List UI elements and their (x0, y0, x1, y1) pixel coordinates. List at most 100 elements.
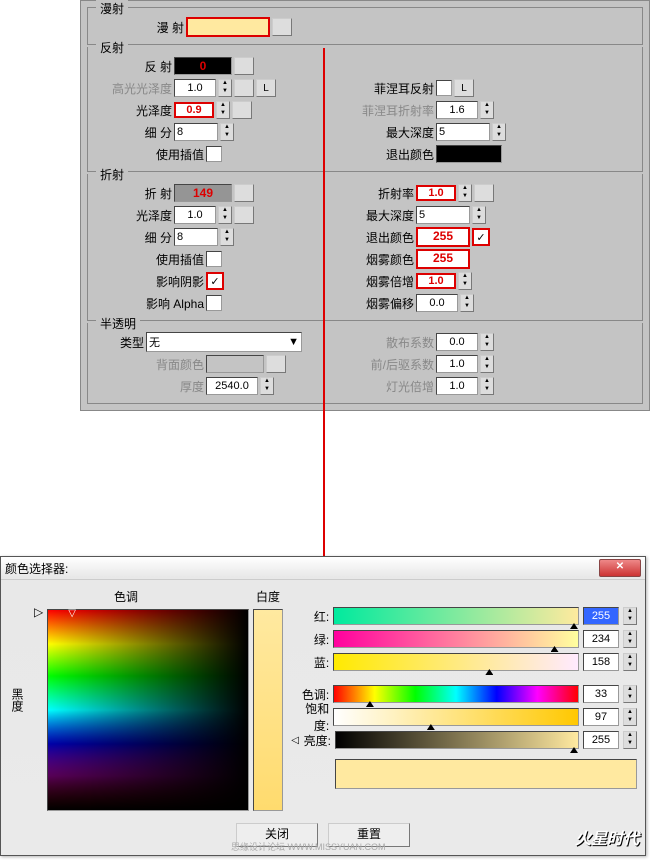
thickness-input[interactable] (206, 377, 258, 395)
whiteness-label: 白度 (256, 588, 280, 605)
type-select[interactable]: 无▼ (146, 332, 302, 352)
spinner[interactable]: ▲▼ (218, 206, 232, 224)
refr-maxdepth-input[interactable] (416, 206, 470, 224)
sat-value[interactable]: 97 (583, 708, 619, 726)
subdiv-input[interactable] (174, 123, 218, 141)
spinner[interactable]: ▲▼ (623, 630, 637, 648)
ior-map-button[interactable] (474, 184, 494, 202)
maxdepth-input[interactable] (436, 123, 490, 141)
refr-interp-checkbox[interactable] (206, 251, 222, 267)
green-slider[interactable] (333, 630, 579, 648)
fresnel-lock-button[interactable]: L (454, 79, 474, 97)
hue-slider[interactable] (333, 685, 579, 703)
lightmult-input[interactable] (436, 377, 478, 395)
spinner[interactable]: ▲▼ (623, 708, 637, 726)
diffuse-swatch[interactable] (186, 17, 270, 37)
spinner[interactable]: ▲▼ (623, 685, 637, 703)
translucency-title: 半透明 (96, 315, 140, 332)
translucency-group: 半透明 类型 无▼ 背面颜色 厚度 ▲▼ (87, 323, 643, 404)
refr-subdiv-input[interactable] (174, 228, 218, 246)
refr-exitcolor-swatch[interactable]: 255 (416, 227, 470, 247)
refraction-title: 折射 (96, 166, 128, 183)
blackness-label: 黑度 (9, 588, 26, 811)
spinner[interactable]: ▲▼ (480, 101, 494, 119)
fogmult-input[interactable] (416, 273, 456, 289)
hue-gradient[interactable]: ▽ (47, 609, 249, 811)
exitcolor-swatch[interactable] (436, 145, 502, 163)
diffuse-map-button[interactable] (272, 18, 292, 36)
spinner[interactable]: ▲▼ (480, 355, 494, 373)
titlebar: 颜色选择器: ✕ (1, 557, 645, 580)
material-panel: 漫射 漫 射 反射 反 射 0 高光光泽度 ▲▼ L (80, 0, 650, 411)
fogbias-input[interactable] (416, 294, 458, 312)
red-slider[interactable] (333, 607, 579, 625)
gloss-hi-label: 高光光泽度 (94, 80, 172, 97)
bri-slider[interactable] (335, 731, 579, 749)
spinner[interactable]: ▲▼ (480, 377, 494, 395)
spinner[interactable]: ▲▼ (623, 607, 637, 625)
spinner[interactable]: ▲▼ (492, 123, 506, 141)
scatter-input[interactable] (436, 333, 478, 351)
gloss-input[interactable] (174, 102, 214, 118)
fresnel-ior-label: 菲涅耳折射率 (354, 102, 434, 119)
gloss-lock-button[interactable]: L (256, 79, 276, 97)
blue-label: 蓝: (291, 654, 329, 671)
refract-label: 折 射 (94, 185, 172, 202)
hue-value[interactable]: 33 (583, 685, 619, 703)
spinner[interactable]: ▲▼ (472, 206, 486, 224)
refr-gloss-input[interactable] (174, 206, 216, 224)
gloss-map-button[interactable] (232, 101, 252, 119)
refr-subdiv-label: 细 分 (94, 229, 172, 246)
fresnel-checkbox[interactable] (436, 80, 452, 96)
reflect-label: 反 射 (94, 58, 172, 75)
blue-slider[interactable] (333, 653, 579, 671)
backcolor-swatch[interactable] (206, 355, 264, 373)
backcolor-map-button[interactable] (266, 355, 286, 373)
picker-triangle-icon[interactable]: ▷ (34, 605, 43, 619)
refr-gloss-map-button[interactable] (234, 206, 254, 224)
bri-label: 亮度: (303, 732, 331, 749)
green-value[interactable]: 234 (583, 630, 619, 648)
ior-input[interactable] (416, 185, 456, 201)
reflect-map-button[interactable] (234, 57, 254, 75)
close-icon[interactable]: ✕ (599, 559, 641, 577)
interp-checkbox[interactable] (206, 146, 222, 162)
spinner[interactable]: ▲▼ (480, 333, 494, 351)
fogcolor-label: 烟雾颜色 (354, 251, 414, 268)
fogmult-label: 烟雾倍增 (354, 273, 414, 290)
fogcolor-swatch[interactable]: 255 (416, 249, 470, 269)
refr-exitcolor-label: 退出颜色 (354, 229, 414, 246)
spinner[interactable]: ▲▼ (220, 123, 234, 141)
spinner[interactable]: ▲▼ (260, 377, 274, 395)
spinner[interactable]: ▲▼ (623, 731, 637, 749)
reflect-swatch[interactable]: 0 (174, 57, 232, 75)
spinner[interactable]: ▲▼ (458, 272, 472, 290)
refract-map-button[interactable] (234, 184, 254, 202)
spinner[interactable]: ▲▼ (458, 184, 472, 202)
thickness-label: 厚度 (94, 378, 204, 395)
whiteness-bar[interactable] (253, 609, 283, 811)
spinner[interactable]: ▲▼ (220, 228, 234, 246)
red-value[interactable]: 255 (583, 607, 619, 625)
blue-value[interactable]: 158 (583, 653, 619, 671)
bri-value[interactable]: 255 (583, 731, 619, 749)
spinner[interactable]: ▲▼ (216, 101, 230, 119)
sat-label: 饱和度: (291, 700, 329, 734)
spinner[interactable]: ▲▼ (218, 79, 232, 97)
green-label: 绿: (291, 631, 329, 648)
shadows-checkbox[interactable]: ✓ (206, 272, 224, 290)
refr-exitcolor-checkbox[interactable]: ✓ (472, 228, 490, 246)
refract-swatch[interactable]: 149 (174, 184, 232, 202)
color-picker-dialog: 颜色选择器: ✕ 黑度 色调 白度 ▷ ▽ 红: 255 ▲▼ (0, 556, 646, 856)
sat-slider[interactable] (333, 708, 579, 726)
gloss-hi-input[interactable] (174, 79, 216, 97)
picker-title: 颜色选择器: (5, 560, 68, 577)
fwdback-input[interactable] (436, 355, 478, 373)
gloss-hi-map-button[interactable] (234, 79, 254, 97)
fresnel-ior-input[interactable] (436, 101, 478, 119)
alpha-checkbox[interactable] (206, 295, 222, 311)
spinner[interactable]: ▲▼ (460, 294, 474, 312)
spinner[interactable]: ▲▼ (623, 653, 637, 671)
interp-label: 使用插值 (94, 146, 204, 163)
color-preview (335, 759, 637, 789)
